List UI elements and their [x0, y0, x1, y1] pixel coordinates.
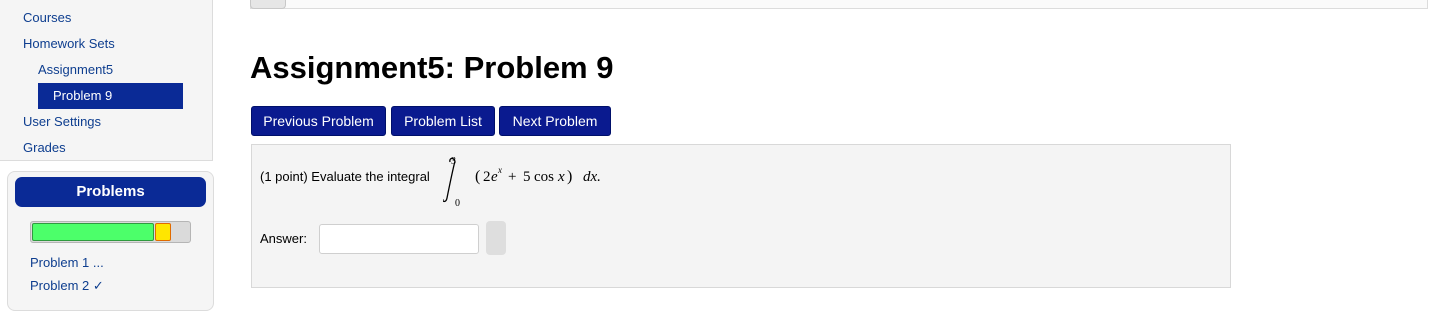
next-problem-button[interactable]: Next Problem	[499, 106, 611, 136]
open-paren: (	[475, 168, 480, 185]
page-title: Assignment5: Problem 9	[250, 50, 614, 85]
integral-lower-limit: 0	[455, 198, 460, 208]
nav-link-assignment[interactable]: Assignment5	[38, 62, 113, 78]
base-e: e	[491, 169, 498, 185]
top-toolbar	[250, 0, 1428, 9]
integral-upper-limit: 3	[451, 156, 456, 167]
answer-label: Answer:	[260, 231, 307, 246]
answer-input[interactable]	[319, 224, 479, 254]
nav-link-user-settings[interactable]: User Settings	[23, 114, 101, 130]
progress-bar	[30, 221, 191, 243]
problem-body	[251, 144, 1231, 288]
variable: x	[557, 169, 565, 185]
progress-bar-correct	[32, 223, 154, 241]
nav-link-current-problem[interactable]: Problem 9	[38, 83, 183, 109]
nav-link-courses[interactable]: Courses	[23, 10, 71, 26]
nav-link-homework-sets[interactable]: Homework Sets	[23, 36, 115, 52]
problems-panel-title: Problems	[15, 177, 206, 207]
exponent: x	[497, 165, 502, 175]
problem-list-button[interactable]: Problem List	[391, 106, 495, 136]
problem-list-item[interactable]: Problem 2 ✓	[30, 278, 104, 294]
differential: dx.	[583, 169, 601, 185]
plus-sign: +	[508, 169, 516, 185]
answer-preview-button[interactable]	[486, 221, 506, 255]
coefficient-one: 2	[483, 169, 491, 185]
progress-bar-partial	[155, 223, 171, 241]
close-paren: )	[567, 168, 572, 185]
integral-expression: 3 0 ( 2 e x + 5 cos x ) dx.	[443, 156, 601, 208]
cos-function: cos	[534, 169, 554, 185]
problem-list-item[interactable]: Problem 1 ...	[30, 255, 104, 271]
top-toolbar-button[interactable]	[250, 0, 286, 9]
nav-link-grades[interactable]: Grades	[23, 140, 66, 156]
previous-problem-button[interactable]: Previous Problem	[251, 106, 386, 136]
coefficient-two: 5	[523, 169, 531, 185]
problem-intro: (1 point) Evaluate the integral	[260, 169, 430, 184]
